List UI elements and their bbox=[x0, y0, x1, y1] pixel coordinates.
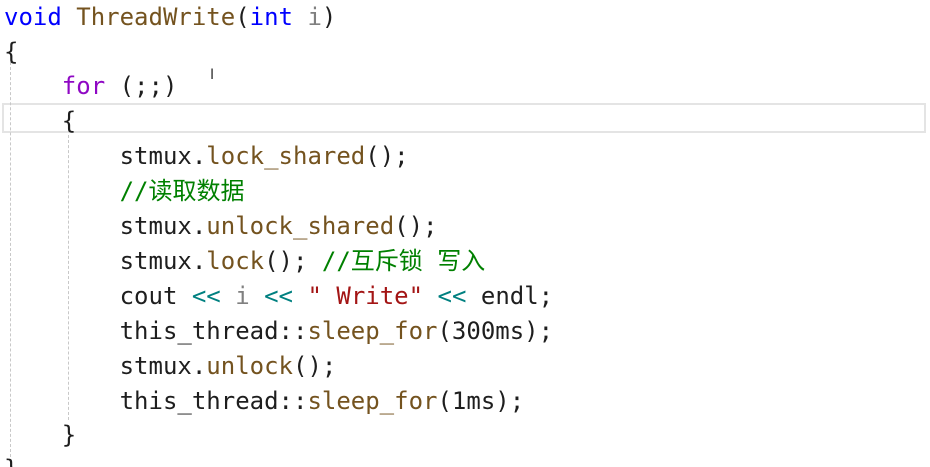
code-line[interactable]: { bbox=[4, 104, 76, 139]
code-token: } bbox=[61, 421, 77, 449]
code-token: stmux. bbox=[4, 247, 207, 275]
code-token: lock_shared bbox=[206, 142, 366, 170]
code-token: //互斥锁 写入 bbox=[321, 247, 486, 275]
code-token: (1ms); bbox=[437, 387, 525, 415]
code-token: i bbox=[307, 3, 322, 31]
code-line[interactable]: stmux.unlock_shared(); bbox=[4, 209, 438, 244]
code-token: endl; bbox=[466, 282, 554, 310]
code-token: { bbox=[61, 107, 77, 135]
code-line[interactable]: { bbox=[4, 35, 18, 70]
code-token: { bbox=[4, 38, 19, 66]
code-token: << bbox=[437, 282, 467, 310]
code-token: cout bbox=[4, 282, 192, 310]
code-token: sleep_for bbox=[307, 387, 438, 415]
code-line[interactable]: stmux.lock(); //互斥锁 写入 bbox=[4, 244, 486, 279]
code-line[interactable]: this_thread::sleep_for(300ms); bbox=[4, 314, 553, 349]
code-line[interactable]: stmux.lock_shared(); bbox=[4, 139, 409, 174]
code-token: for bbox=[61, 72, 106, 100]
code-token: void bbox=[4, 3, 77, 31]
code-token: stmux. bbox=[4, 352, 207, 380]
code-token: stmux. bbox=[4, 212, 207, 240]
code-line[interactable]: void ThreadWrite(int i) bbox=[4, 0, 336, 35]
code-token: this_thread:: bbox=[4, 317, 308, 345]
code-token: (;;) bbox=[105, 72, 178, 100]
current-line-highlight bbox=[2, 103, 926, 133]
code-token: unlock bbox=[206, 352, 293, 380]
code-token: ) bbox=[321, 3, 337, 31]
code-token: unlock_shared bbox=[206, 212, 395, 240]
code-token: sleep_for bbox=[307, 317, 438, 345]
code-token: (300ms); bbox=[437, 317, 554, 345]
code-token: << bbox=[191, 282, 221, 310]
code-token: ( bbox=[235, 3, 250, 31]
code-editor[interactable]: I void ThreadWrite(int i) { for (;;) { st… bbox=[0, 0, 930, 467]
code-line[interactable]: for (;;) bbox=[4, 69, 178, 104]
code-token: (); bbox=[293, 352, 337, 380]
code-token: i bbox=[220, 282, 265, 310]
code-token: ThreadWrite bbox=[76, 3, 236, 31]
code-line[interactable]: cout << i << " Write" << endl; bbox=[4, 279, 554, 314]
code-token: (); bbox=[394, 212, 438, 240]
code-token: << bbox=[264, 282, 294, 310]
code-token: this_thread:: bbox=[4, 387, 308, 415]
code-token: } bbox=[4, 455, 18, 467]
code-token: lock bbox=[206, 247, 265, 275]
code-token: stmux. bbox=[4, 142, 207, 170]
code-token: (); bbox=[365, 142, 409, 170]
code-line[interactable]: this_thread::sleep_for(1ms); bbox=[4, 384, 525, 419]
code-token: //读取数据 bbox=[119, 177, 245, 205]
code-line[interactable]: } bbox=[4, 452, 18, 467]
code-token: " Write" bbox=[293, 282, 438, 310]
code-line[interactable]: //读取数据 bbox=[4, 174, 245, 209]
text-cursor-icon: I bbox=[210, 67, 215, 83]
code-line[interactable]: stmux.unlock(); bbox=[4, 349, 337, 384]
code-line[interactable]: } bbox=[4, 418, 76, 453]
code-token: int bbox=[249, 3, 308, 31]
code-token: (); bbox=[264, 247, 322, 275]
